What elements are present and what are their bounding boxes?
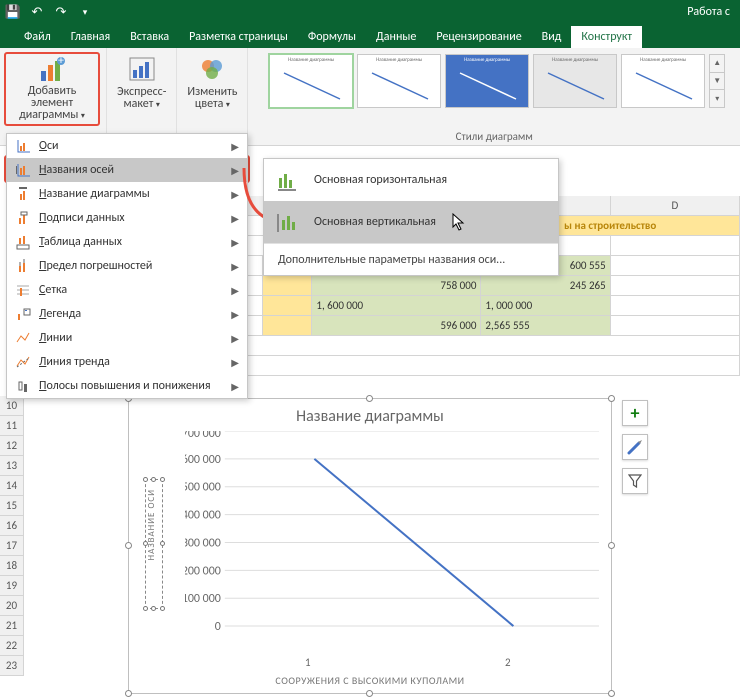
chart-elements-button[interactable]: + <box>622 400 648 426</box>
submenu-more-options[interactable]: Дополнительные параметры названия оси... <box>264 243 558 275</box>
group-label-styles: Стили диаграмм <box>254 130 734 143</box>
x-axis-title[interactable]: СООРУЖЕНИЯ С ВЫСОКИМИ КУПОЛАМИ <box>129 674 611 687</box>
menu-error-bars[interactable]: Предел погрешностей▶ <box>7 254 247 278</box>
updown-bars-icon <box>15 378 31 394</box>
chart-side-buttons: + <box>622 400 648 494</box>
style-thumb-5[interactable]: Название диаграммы <box>621 54 705 108</box>
chart-plot-area[interactable]: 0 100 000 200 000 300 000 400 000 500 000 60… <box>185 431 599 654</box>
chart-styles-gallery[interactable]: Название диаграммы Название диаграммы На… <box>261 52 727 130</box>
menu-chart-title[interactable]: Название диаграммы▶ <box>7 182 247 206</box>
cursor-icon <box>452 213 466 231</box>
chart-styles-button[interactable] <box>622 434 648 460</box>
row-headers[interactable]: 1011 1213 1415 1617 1819 2021 2223 <box>0 396 24 676</box>
x-tick-2: 2 <box>505 656 511 669</box>
menu-legend[interactable]: Легенда▶ <box>7 302 247 326</box>
tab-home[interactable]: Главная <box>61 26 120 48</box>
submenu-primary-vertical[interactable]: Основная вертикальная <box>264 201 558 243</box>
colors-icon <box>197 54 227 84</box>
menu-gridlines[interactable]: Сетка▶ <box>7 278 247 302</box>
styles-scroll[interactable]: ▲ ▼ ▾ <box>709 54 725 108</box>
svg-text:700 000: 700 000 <box>185 431 221 441</box>
svg-text:300 000: 300 000 <box>185 536 221 550</box>
style-thumb-2[interactable]: Название диаграммы <box>357 54 441 108</box>
menu-lines[interactable]: Линии▶ <box>7 326 247 350</box>
vertical-axis-icon <box>274 208 302 236</box>
titlebar: 💾 ↶ ↷ ▾ Работа с <box>0 0 740 24</box>
qat-dropdown-icon[interactable]: ▾ <box>76 3 94 21</box>
axis-titles-icon <box>15 162 31 178</box>
quick-layout-button[interactable]: Экспресс-макет ▾ <box>113 52 170 126</box>
menu-data-table[interactable]: Таблица данных▶ <box>7 230 247 254</box>
svg-text:+: + <box>58 57 64 68</box>
svg-text:500 000: 500 000 <box>185 481 221 495</box>
style-thumb-1[interactable]: Название диаграммы <box>269 54 353 108</box>
chart-title-icon <box>15 186 31 202</box>
menu-data-labels[interactable]: Подписи данных▶ <box>7 206 247 230</box>
tab-insert[interactable]: Вставка <box>120 26 179 48</box>
svg-text:400 000: 400 000 <box>185 509 221 523</box>
tab-data[interactable]: Данные <box>366 26 426 48</box>
style-thumb-4[interactable]: Название диаграммы <box>533 54 617 108</box>
tab-view[interactable]: Вид <box>532 26 572 48</box>
x-tick-1: 1 <box>305 656 311 669</box>
menu-trendline[interactable]: Линия тренда▶ <box>7 350 247 374</box>
tab-file[interactable]: Файл <box>14 26 61 48</box>
legend-icon <box>15 306 31 322</box>
y-axis-title[interactable]: НАЗВАНИЕ ОСИ <box>146 489 157 560</box>
svg-text:600 000: 600 000 <box>185 453 221 467</box>
chart-element-icon: + <box>37 56 67 83</box>
quick-layout-icon <box>127 54 157 84</box>
axis-titles-submenu: Основная горизонтальная Основная вертика… <box>263 158 559 276</box>
data-table-icon <box>15 234 31 250</box>
gridlines-icon <box>15 282 31 298</box>
svg-text:0: 0 <box>215 620 221 634</box>
axes-icon <box>15 138 31 154</box>
chart-filters-button[interactable] <box>622 468 648 494</box>
menu-axis-titles[interactable]: Названия осей▶ <box>7 158 247 182</box>
menu-axes[interactable]: Оси▶ <box>7 134 247 158</box>
ribbon-tabs: Файл Главная Вставка Разметка страницы Ф… <box>0 24 740 48</box>
tab-review[interactable]: Рецензирование <box>426 26 531 48</box>
embedded-chart[interactable]: Название диаграммы НАЗВАНИЕ ОСИ 0 100 000… <box>128 398 612 694</box>
contextual-tab-label: Работа с <box>687 5 736 19</box>
undo-icon[interactable]: ↶ <box>28 3 46 21</box>
change-colors-button[interactable]: Изменитьцвета ▾ <box>183 52 241 126</box>
ribbon: + Добавить элементдиаграммы ▾ Экспресс-м… <box>0 48 740 146</box>
save-icon[interactable]: 💾 <box>4 3 22 21</box>
submenu-primary-horizontal[interactable]: Основная горизонтальная <box>264 159 558 201</box>
trendline-icon <box>15 354 31 370</box>
add-chart-element-button[interactable]: + Добавить элементдиаграммы ▾ <box>4 52 100 126</box>
svg-text:200 000: 200 000 <box>185 564 221 578</box>
tab-formulas[interactable]: Формулы <box>298 26 366 48</box>
error-bars-icon <box>15 258 31 274</box>
horizontal-axis-icon <box>274 166 302 194</box>
tab-layout[interactable]: Разметка страницы <box>179 26 298 48</box>
svg-text:100 000: 100 000 <box>185 592 221 606</box>
redo-icon[interactable]: ↷ <box>52 3 70 21</box>
data-labels-icon <box>15 210 31 226</box>
tab-design[interactable]: Конструкт <box>571 26 642 48</box>
style-thumb-3[interactable]: Название диаграммы <box>445 54 529 108</box>
lines-icon <box>15 330 31 346</box>
add-element-dropdown: Оси▶ Названия осей▶ Название диаграммы▶ … <box>6 133 248 399</box>
chart-title[interactable]: Название диаграммы <box>129 407 611 426</box>
menu-updown-bars[interactable]: Полосы повышения и понижения▶ <box>7 374 247 398</box>
